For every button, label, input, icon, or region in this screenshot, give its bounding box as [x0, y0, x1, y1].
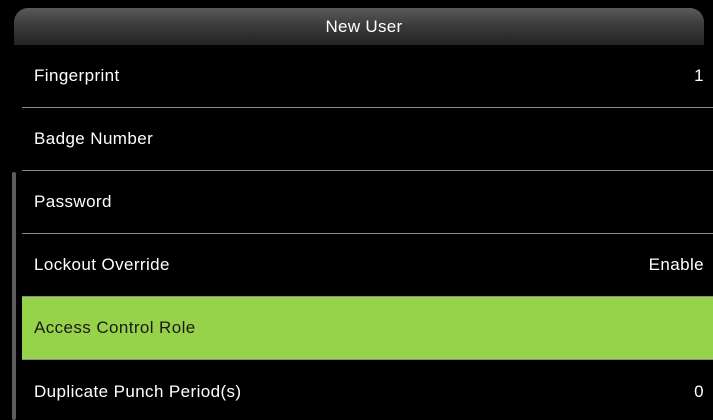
menu-item-password[interactable]: Password — [22, 171, 713, 234]
menu-item-badge-number[interactable]: Badge Number — [22, 108, 713, 171]
menu-item-label: Fingerprint — [34, 66, 120, 85]
scrollbar[interactable] — [12, 45, 16, 420]
menu-item-label: Access Control Role — [34, 318, 196, 337]
menu-item-access-control-role[interactable]: Access Control Role — [22, 297, 713, 360]
new-user-screen: New User Fingerprint 1 Badge Number Pass… — [0, 0, 713, 420]
menu-item-fingerprint[interactable]: Fingerprint 1 — [22, 45, 713, 108]
scrollbar-thumb[interactable] — [12, 172, 16, 420]
title-bar: New User — [14, 8, 704, 45]
menu-item-lockout-override[interactable]: Lockout Override Enable — [22, 234, 713, 297]
menu-item-label: Password — [34, 192, 112, 211]
page-title: New User — [325, 16, 403, 36]
menu-item-value: 0 — [694, 381, 704, 401]
menu-item-value: Enable — [648, 255, 704, 274]
menu-item-label: Badge Number — [34, 129, 154, 148]
menu-item-value: 1 — [694, 66, 704, 85]
menu-list: Fingerprint 1 Badge Number Password Lock… — [22, 45, 713, 420]
menu-item-label: Lockout Override — [34, 255, 170, 274]
menu-item-duplicate-punch-period[interactable]: Duplicate Punch Period(s) 0 — [22, 360, 713, 420]
menu-item-label: Duplicate Punch Period(s) — [34, 381, 242, 401]
